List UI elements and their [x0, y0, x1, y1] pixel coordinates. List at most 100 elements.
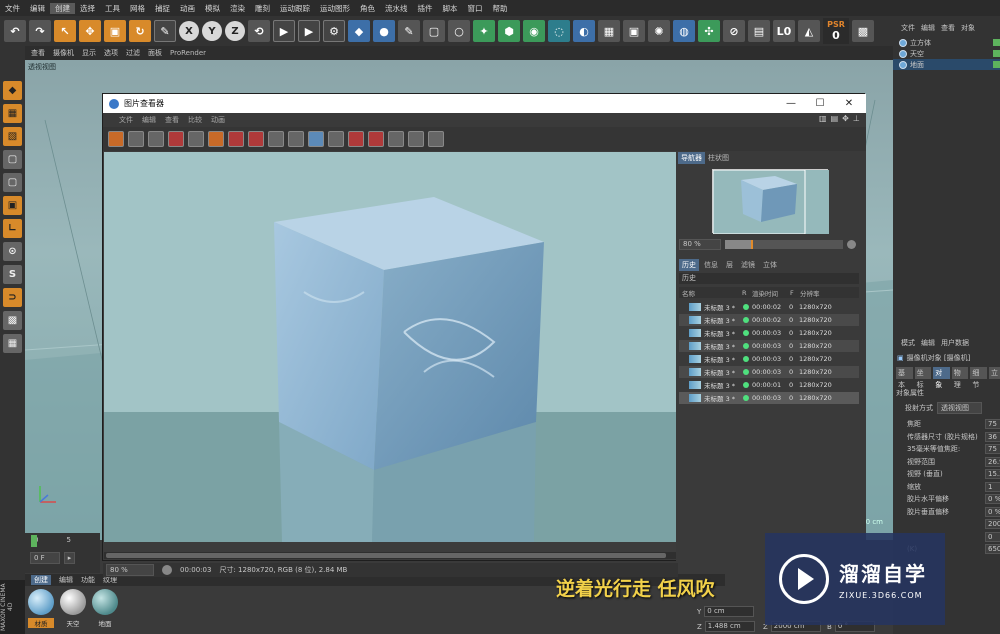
display-mode-icon[interactable] [308, 131, 324, 147]
environment-sky-icon[interactable]: ◍ [673, 20, 695, 42]
square-spline-icon[interactable]: ▢ [423, 20, 445, 42]
attributes-menu-item[interactable]: 用户数据 [941, 338, 969, 348]
stereo-icon[interactable] [408, 131, 424, 147]
attribute-value-field[interactable]: 1 [985, 481, 1000, 492]
visibility-check-icon[interactable] [993, 50, 1000, 57]
grid-snap-icon[interactable]: ▦ [3, 334, 22, 353]
redo-icon[interactable]: ↷ [29, 20, 51, 42]
menu-item[interactable]: 网格 [125, 3, 150, 14]
circle-spline-icon[interactable]: ○ [448, 20, 470, 42]
navigator-tab[interactable]: 柱状图 [705, 152, 732, 164]
menu-item[interactable]: 编辑 [25, 3, 50, 14]
object-row[interactable]: 地面 [893, 59, 1000, 70]
stop-render-icon[interactable] [228, 131, 244, 147]
attribute-value-field[interactable]: 26.9 [985, 456, 1000, 467]
snap-settings-icon[interactable]: ✣ [698, 20, 720, 42]
history-tab[interactable]: 立体 [760, 259, 780, 271]
visibility-check-icon[interactable] [993, 39, 1000, 46]
attributes-tab[interactable]: 坐标 [914, 367, 932, 389]
viewport-menu-item[interactable]: 显示 [82, 48, 96, 58]
floor-icon[interactable]: ▦ [598, 20, 620, 42]
light-icon[interactable]: ✺ [648, 20, 670, 42]
attribute-value-field[interactable]: 6500 [985, 544, 1000, 555]
attribute-value-field[interactable]: 0 % [985, 506, 1000, 517]
timeline-playhead[interactable] [31, 535, 37, 547]
soft-selection-icon[interactable]: S [3, 265, 22, 284]
pin-icon[interactable]: ⊥ [853, 114, 860, 123]
rotate-icon[interactable]: ↻ [129, 20, 151, 42]
move-icon[interactable]: ✥ [79, 20, 101, 42]
scrollbar-thumb[interactable] [106, 553, 666, 558]
extrude-generator-icon[interactable]: ⬢ [498, 20, 520, 42]
coord-y-field[interactable]: 0 cm [704, 606, 755, 617]
coordinate-system-icon[interactable]: ⟲ [248, 20, 270, 42]
camera-icon[interactable]: ▣ [623, 20, 645, 42]
viewport-menu-item[interactable]: 查看 [31, 48, 45, 58]
projection-dropdown[interactable]: 透视视图 [937, 402, 982, 414]
attribute-value-field[interactable]: 36 [985, 431, 1000, 442]
object-manager-menu-item[interactable]: 对象 [961, 23, 975, 33]
magnet-icon[interactable]: ⊃ [3, 288, 22, 307]
viewport-menu-item[interactable]: 过滤 [126, 48, 140, 58]
zoom-field[interactable]: 80 % [106, 564, 154, 576]
menu-item[interactable]: 运动图形 [315, 3, 355, 14]
axis-mode-icon[interactable]: ∟ [3, 219, 22, 238]
y-axis-lock[interactable]: Y [202, 21, 222, 41]
picture-viewer-menu-item[interactable]: 查看 [165, 115, 179, 125]
attributes-menu-item[interactable]: 模式 [901, 338, 915, 348]
object-manager-menu-item[interactable]: 文件 [901, 23, 915, 33]
menu-item[interactable]: 模拟 [200, 3, 225, 14]
frame-stepper-icon[interactable]: ▸ [64, 552, 75, 564]
solo-icon[interactable]: ▩ [3, 311, 22, 330]
move-view-icon[interactable]: ✥ [842, 114, 849, 123]
tweak-mode-icon[interactable]: ⊙ [3, 242, 22, 261]
ab-compare-icon[interactable] [288, 131, 304, 147]
array-generator-icon[interactable]: ◉ [523, 20, 545, 42]
history-row[interactable]: 未标题 3 * 00:00:03 0 1280x720 [679, 366, 859, 378]
scale-icon[interactable]: ▣ [104, 20, 126, 42]
attributes-tab[interactable]: 细节 [970, 367, 987, 389]
attribute-value-field[interactable]: 75 [985, 419, 1000, 430]
timeline-ruler[interactable]: 05 [28, 533, 100, 547]
points-mode-icon[interactable]: ▢ [3, 150, 22, 169]
last-tool-icon[interactable]: ✎ [154, 20, 176, 42]
shapes-icon[interactable]: ◭ [798, 20, 820, 42]
pen-spline-icon[interactable]: ✎ [398, 20, 420, 42]
navigator-tab[interactable]: 导航器 [678, 152, 705, 164]
navigator-thumbnail[interactable] [712, 169, 829, 235]
attributes-tab[interactable]: 基本 [896, 367, 913, 389]
attribute-value-field[interactable]: 0 % [985, 494, 1000, 505]
material-menu-item[interactable]: 编辑 [59, 575, 73, 585]
menu-item[interactable]: 窗口 [463, 3, 488, 14]
history-column-header[interactable]: R [739, 289, 749, 297]
sphere-primitive-icon[interactable]: ● [373, 20, 395, 42]
history-column-header[interactable]: 渲染时间 [749, 288, 787, 298]
undo-icon[interactable]: ↶ [4, 20, 26, 42]
menu-item[interactable]: 雕刻 [250, 3, 275, 14]
history-column-header[interactable]: F [787, 289, 797, 297]
panel-layout-icon[interactable]: ▥ [819, 114, 827, 123]
attribute-value-field[interactable]: 15.3 [985, 469, 1000, 480]
picture-viewer-menu-item[interactable]: 动画 [211, 115, 225, 125]
close-button[interactable]: ✕ [834, 94, 864, 113]
current-frame-field[interactable]: 0 F [30, 552, 60, 564]
history-tab[interactable]: 信息 [701, 259, 721, 271]
history-row[interactable]: 未标题 3 * 00:00:03 0 1280x720 [679, 353, 859, 365]
quantize-icon[interactable]: ▤ [748, 20, 770, 42]
history-column-header[interactable]: 分辨率 [797, 288, 847, 298]
viewport-menu-item[interactable]: ProRender [170, 49, 206, 57]
cube-layout-icon[interactable]: ▩ [852, 20, 874, 42]
menu-item[interactable]: 工具 [100, 3, 125, 14]
attributes-menu-item[interactable]: 编辑 [921, 338, 935, 348]
object-row[interactable]: 立方体 [893, 37, 1000, 48]
history-row[interactable]: 未标题 3 * 00:00:02 0 1280x720 [679, 314, 859, 326]
z-axis-lock[interactable]: Z [225, 21, 245, 41]
workplane-mode-icon[interactable]: ▧ [3, 127, 22, 146]
info-icon[interactable] [428, 131, 444, 147]
psr-reset[interactable]: PSR 0 [823, 18, 849, 44]
viewport-menu-item[interactable]: 面板 [148, 48, 162, 58]
object-manager-menu-item[interactable]: 查看 [941, 23, 955, 33]
material-swatch[interactable]: 天空 [59, 589, 87, 629]
model-mode-icon[interactable]: ◆ [3, 81, 22, 100]
picture-viewer-titlebar[interactable]: 图片查看器 — ☐ ✕ [103, 94, 866, 113]
